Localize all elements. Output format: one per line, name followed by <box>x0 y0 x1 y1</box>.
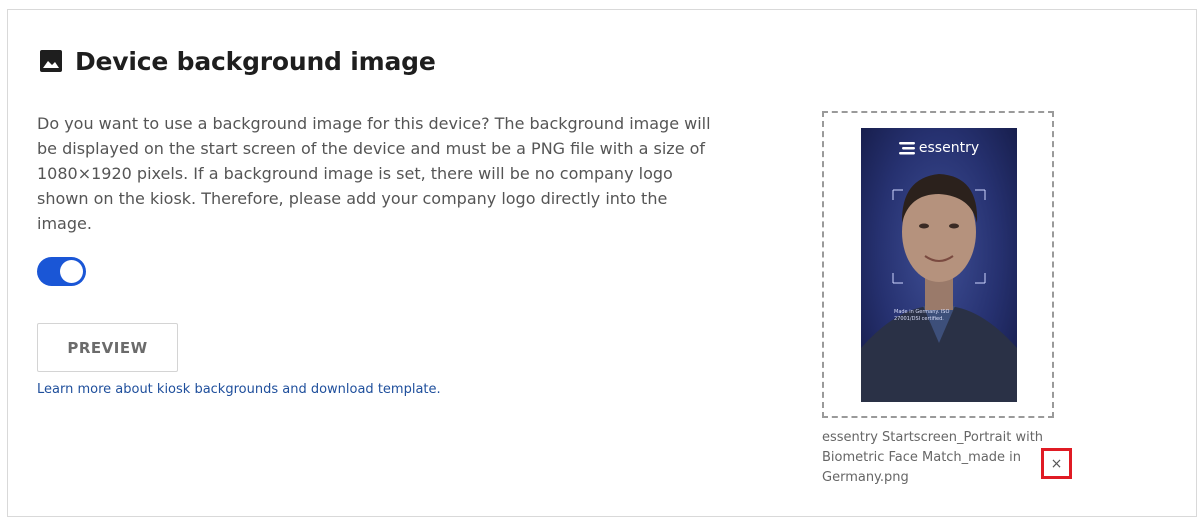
uploaded-file-name: essentry Startscreen_Portrait with Biome… <box>822 430 1044 485</box>
portrait-illustration <box>861 174 1017 402</box>
page-title: Device background image <box>75 46 436 76</box>
image-drop-zone[interactable]: essentry Made in Germany. ISO 27001/DSI … <box>822 111 1054 418</box>
preview-button[interactable]: PREVIEW <box>37 323 178 372</box>
image-icon <box>39 49 63 73</box>
background-image-toggle[interactable] <box>37 257 86 286</box>
remove-image-button[interactable]: × <box>1041 448 1072 479</box>
close-icon: × <box>1050 455 1063 472</box>
section-header: Device background image <box>39 46 436 76</box>
learn-more-link[interactable]: Learn more about kiosk backgrounds and d… <box>37 382 441 397</box>
thumbnail-caption: Made in Germany. ISO 27001/DSI certified… <box>894 309 950 322</box>
background-image-card: Device background image Do you want to u… <box>7 9 1197 517</box>
description-text: Do you want to use a background image fo… <box>37 114 711 233</box>
background-image-thumbnail: essentry Made in Germany. ISO 27001/DSI … <box>861 128 1017 402</box>
toggle-knob <box>60 260 83 283</box>
